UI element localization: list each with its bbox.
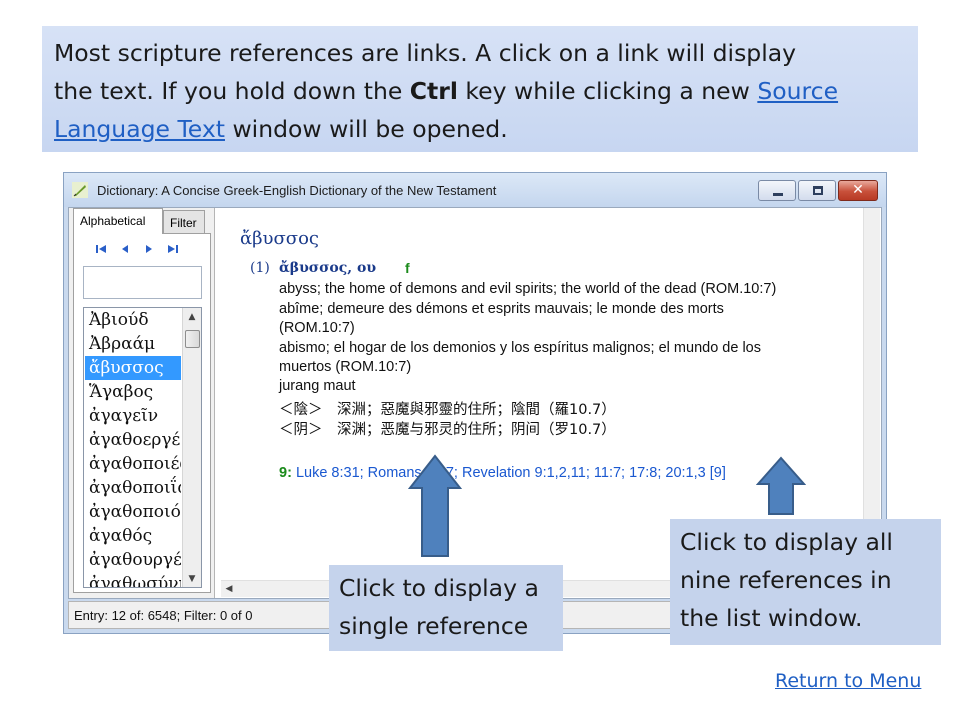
definition-line: ＜阴＞ 深渊；恶魔与邪灵的住所；阴间（罗10.7）: [279, 422, 616, 438]
up-arrow-single: [408, 454, 462, 557]
definition-line: (ROM.10:7): [279, 320, 355, 336]
scroll-left-icon[interactable]: ◀: [224, 584, 234, 594]
minimize-button[interactable]: [758, 180, 796, 201]
status-text: Entry: 12 of: 6548; Filter: 0 of 0: [74, 608, 253, 623]
list-item[interactable]: Ἀβραάμ: [85, 332, 181, 356]
close-button[interactable]: ✕: [838, 180, 878, 201]
scroll-thumb[interactable]: [185, 330, 200, 348]
maximize-icon: [813, 186, 823, 195]
search-input[interactable]: [83, 266, 202, 299]
window-title: Dictionary: A Concise Greek-English Dict…: [97, 183, 497, 198]
callout-single-reference: Click to display a single reference: [329, 565, 563, 651]
entry-lemma: ἄβυσσος, ου: [279, 260, 377, 276]
single-reference-links[interactable]: Luke 8:31; Romans 10:7; Revelation 9:1,2…: [296, 465, 706, 481]
definition-line: abîme; demeure des démons et esprits mau…: [279, 301, 724, 317]
entry-number: (1): [250, 260, 270, 276]
quill-icon: [72, 182, 88, 198]
tab-filter[interactable]: Filter: [163, 210, 205, 234]
definition-line: abyss; the home of demons and evil spiri…: [279, 281, 777, 297]
definition-line: jurang maut: [279, 378, 356, 394]
callout-all-references: Click to display all nine references in …: [670, 519, 941, 645]
definition-line: muertos (ROM.10:7): [279, 359, 412, 375]
source-link-part2[interactable]: Language Text: [54, 115, 225, 143]
scroll-up-icon[interactable]: ▲: [187, 312, 197, 322]
list-item[interactable]: ἀγαθωσύνη: [85, 572, 181, 587]
list-item[interactable]: ἀγαθουργέω: [85, 548, 181, 572]
intro-line-3: Language Text window will be opened.: [54, 115, 508, 143]
entry-gender: f: [405, 260, 410, 276]
list-item[interactable]: ἄβυσσος: [85, 356, 181, 380]
list-item[interactable]: ἀγαθοποιέω: [85, 452, 181, 476]
intro-note: Most scripture references are links. A c…: [42, 26, 918, 152]
intro-line-1: Most scripture references are links. A c…: [54, 39, 797, 67]
first-icon[interactable]: [94, 242, 108, 256]
list-item[interactable]: Ἅγαβος: [85, 380, 181, 404]
next-icon[interactable]: [142, 242, 156, 256]
all-references-link[interactable]: [9]: [710, 465, 726, 481]
reference-links: 9: Luke 8:31; Romans 10:7; Revelation 9:…: [279, 465, 726, 481]
list-item[interactable]: ἀγαθοποιός: [85, 500, 181, 524]
ctrl-key-label: Ctrl: [409, 77, 458, 105]
source-link-part1[interactable]: Source: [757, 77, 838, 105]
definition-line: abismo; el hogar de los demonios y los e…: [279, 340, 761, 356]
close-icon: ✕: [852, 182, 864, 198]
list-item[interactable]: Ἀβιούδ: [85, 308, 181, 332]
scroll-down-icon[interactable]: ▼: [187, 574, 197, 584]
intro-line-2: the text. If you hold down the Ctrl key …: [54, 77, 839, 105]
list-scrollbar[interactable]: ▲ ▼: [182, 308, 201, 587]
title-bar[interactable]: Dictionary: A Concise Greek-English Dict…: [64, 173, 886, 207]
tab-alphabetical[interactable]: Alphabetical: [73, 208, 163, 234]
list-item[interactable]: ἀγαθός: [85, 524, 181, 548]
minimize-icon: [773, 193, 783, 196]
up-arrow-all: [756, 456, 806, 515]
maximize-button[interactable]: [798, 180, 836, 201]
definition-line: ＜陰＞ 深淵；惡魔與邪靈的住所；陰間（羅10.7）: [279, 402, 616, 418]
reference-count: 9:: [279, 465, 292, 481]
entry-headword: ἄβυσσος: [240, 228, 319, 249]
word-list: Ἀβιούδ Ἀβραάμ ἄβυσσος Ἅγαβος ἀγαγεῖν ἀγαθοεργ…: [83, 307, 202, 588]
list-item[interactable]: ἀγαγεῖν: [85, 404, 181, 428]
list-item[interactable]: ἀγαθοποιΐα: [85, 476, 181, 500]
tab-panel: Ἀβιούδ Ἀβραάμ ἄβυσσος Ἅγαβος ἀγαγεῖν ἀγαθοεργ…: [73, 233, 211, 593]
return-to-menu-link[interactable]: Return to Menu: [775, 670, 921, 692]
index-pane: Alphabetical Filter Ἀβιούδ Ἀβραάμ ἄβυσσος Ἅ…: [69, 208, 215, 598]
nav-buttons: [94, 242, 194, 256]
last-icon[interactable]: [166, 242, 180, 256]
prev-icon[interactable]: [118, 242, 132, 256]
list-item[interactable]: ἀγαθοεργέω: [85, 428, 181, 452]
